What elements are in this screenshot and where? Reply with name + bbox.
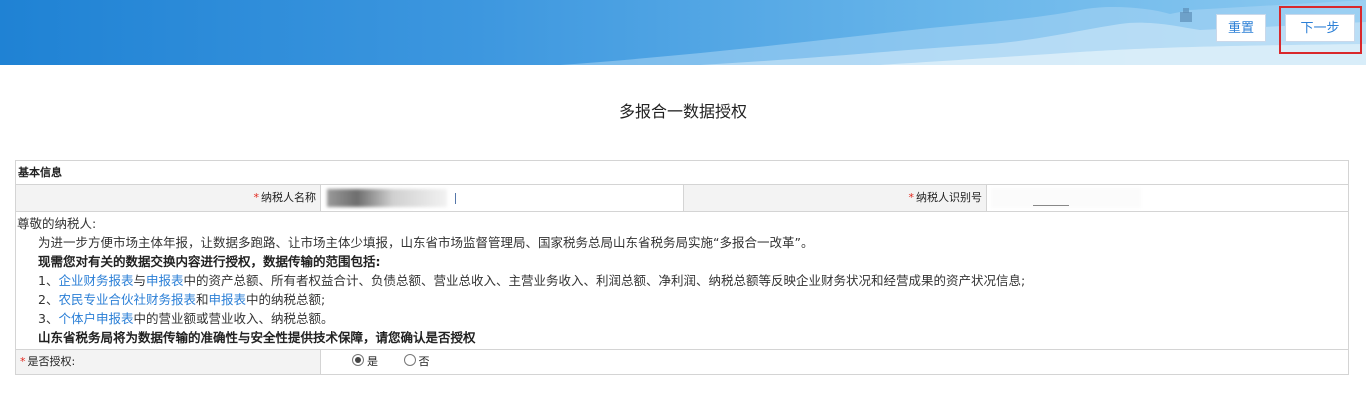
text-cursor — [455, 193, 456, 204]
authorize-label: * 是否授权: — [16, 350, 321, 374]
authorization-form: 基本信息 * 纳税人名称 * 纳税人识别号 尊敬的纳税人: 为进一步方便市场主体年报… — [15, 160, 1349, 375]
reset-button[interactable]: 重置 — [1216, 14, 1266, 42]
taxpayer-id-field[interactable] — [987, 185, 1349, 211]
next-step-button[interactable]: 下一步 — [1285, 14, 1355, 42]
item-1-prefix: 1、 — [38, 273, 59, 288]
item-2-connector: 和 — [195, 292, 209, 307]
authorize-label-text: 是否授权: — [27, 355, 76, 368]
notice-item-1: 1、企业财务报表与申报表中的资产总额、所有者权益合计、负债总额、营业总收入、主营… — [16, 271, 1348, 290]
taxpayer-info-row: * 纳税人名称 * 纳税人识别号 — [16, 185, 1348, 212]
redaction-mark — [1033, 205, 1069, 206]
cooperative-financial-report-link[interactable]: 农民专业合伙社财务报表 — [58, 292, 196, 307]
authorize-yes-radio[interactable] — [352, 354, 364, 366]
authorize-no-radio[interactable] — [403, 354, 416, 366]
authorize-row: * 是否授权: 是 否 — [16, 350, 1348, 374]
taxpayer-name-label-text: 纳税人名称 — [261, 191, 316, 204]
required-mark: * — [908, 191, 915, 204]
enterprise-financial-report-link[interactable]: 企业财务报表 — [58, 273, 133, 288]
authorize-no-label: 否 — [418, 355, 430, 368]
taxpayer-name-label: * 纳税人名称 — [16, 185, 321, 211]
declaration-form-link[interactable]: 申报表 — [146, 273, 184, 288]
notice-intro: 为进一步方便市场主体年报，让数据多跑路、让市场主体少填报，山东省市场监督管理局、… — [38, 235, 814, 250]
header-banner: 重置 下一步 — [0, 0, 1366, 65]
required-mark: * — [253, 191, 260, 204]
mountain-illustration — [560, 0, 1366, 65]
item-1-text: 中的资产总额、所有者权益合计、负债总额、营业总收入、主营业务收入、利润总额、净利… — [183, 273, 1026, 288]
taxpayer-name-field[interactable] — [321, 185, 684, 211]
notice-guarantee: 山东省税务局将为数据传输的准确性与安全性提供技术保障，请您确认是否授权 — [38, 330, 476, 345]
declaration-form-link-2[interactable]: 申报表 — [208, 292, 246, 307]
authorize-options: 是 否 — [352, 350, 452, 374]
item-1-connector: 与 — [133, 273, 146, 288]
authorize-yes-option[interactable]: 是 — [352, 354, 382, 368]
notice-greeting: 尊敬的纳税人: — [17, 216, 97, 231]
notice-item-3: 3、个体户申报表中的营业额或营业收入、纳税总额。 — [16, 309, 1348, 328]
item-3-prefix: 3、 — [38, 311, 59, 326]
item-3-text: 中的营业额或营业收入、纳税总额。 — [133, 311, 334, 326]
required-mark: * — [20, 355, 26, 368]
page-title: 多报合一数据授权 — [618, 102, 747, 121]
authorization-notice: 尊敬的纳税人: 为进一步方便市场主体年报，让数据多跑路、让市场主体少填报，山东省… — [16, 212, 1348, 350]
taxpayer-id-label: * 纳税人识别号 — [684, 185, 987, 211]
authorize-no-option[interactable]: 否 — [403, 354, 430, 368]
item-2-prefix: 2、 — [38, 292, 59, 307]
notice-item-2: 2、农民专业合伙社财务报表和申报表中的纳税总额; — [16, 290, 1348, 309]
notice-scope-heading: 现需您对有关的数据交换内容进行授权，数据传输的范围包括: — [38, 254, 381, 269]
taxpayer-id-label-text: 纳税人识别号 — [916, 191, 982, 204]
item-2-text: 中的纳税总额; — [246, 292, 326, 307]
authorize-yes-label: 是 — [367, 355, 378, 368]
redacted-taxpayer-name — [327, 189, 447, 207]
individual-business-declaration-link[interactable]: 个体户申报表 — [58, 311, 133, 326]
section-title-basic-info: 基本信息 — [16, 161, 1348, 185]
